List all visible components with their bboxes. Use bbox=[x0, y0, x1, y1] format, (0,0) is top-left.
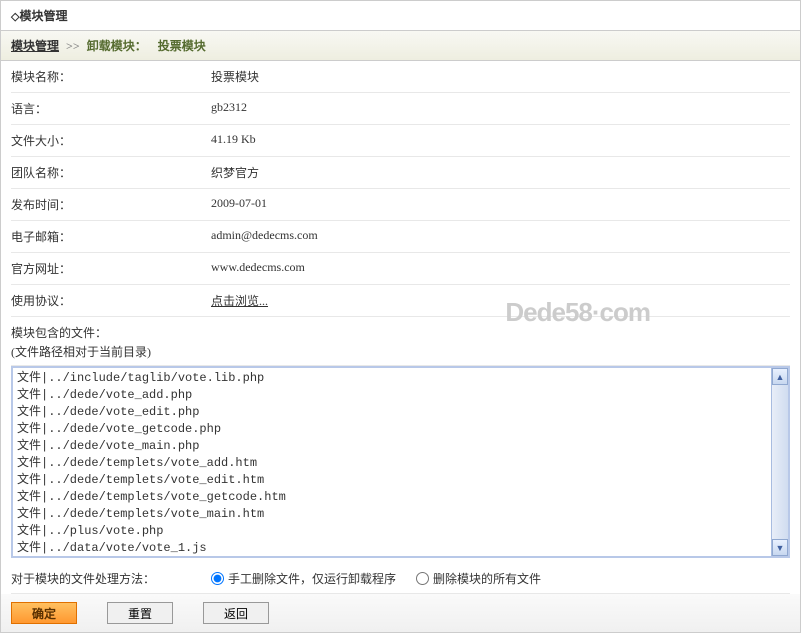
value-date: 2009-07-01 bbox=[211, 196, 790, 213]
file-list-item: 文件|../dede/templets/vote_edit.htm bbox=[17, 472, 784, 489]
ok-button[interactable]: 确定 bbox=[11, 602, 77, 624]
row-email: 电子邮箱： admin@dedecms.com bbox=[11, 221, 790, 253]
radio-delete-all[interactable]: 删除模块的所有文件 bbox=[416, 570, 541, 587]
file-list-item: 文件|../dede/templets/vote_main.htm bbox=[17, 506, 784, 523]
main-panel: ◇模块管理 模块管理 >> 卸载模块： 投票模块 Dede58·com 模块名称… bbox=[0, 0, 801, 633]
file-list-item: 文件|../dede/vote_getcode.php bbox=[17, 421, 784, 438]
breadcrumb-target: 投票模块 bbox=[158, 39, 206, 53]
panel-header: ◇模块管理 bbox=[1, 1, 800, 31]
file-list-item: 文件|../data/vote/vote_1.js bbox=[17, 540, 784, 557]
value-url: www.dedecms.com bbox=[211, 260, 790, 277]
label-license: 使用协议： bbox=[11, 292, 211, 309]
file-list-item: 文件|../dede/vote_edit.php bbox=[17, 404, 784, 421]
file-list-content: 文件|../include/taglib/vote.lib.php文件|../d… bbox=[13, 368, 788, 558]
value-lang: gb2312 bbox=[211, 100, 790, 117]
files-section-note: (文件路径相对于当前目录) bbox=[11, 343, 790, 366]
row-name: 模块名称： 投票模块 bbox=[11, 61, 790, 93]
label-name: 模块名称： bbox=[11, 68, 211, 85]
value-size: 41.19 Kb bbox=[211, 132, 790, 149]
file-list-item: 文件|../dede/templets/vote_getcode.htm bbox=[17, 489, 784, 506]
file-list-item: 文件|../include/taglib/vote.lib.php bbox=[17, 370, 784, 387]
file-list-item: 文件|../dede/templets/vote_add.htm bbox=[17, 455, 784, 472]
row-size: 文件大小： 41.19 Kb bbox=[11, 125, 790, 157]
file-handling-label: 对于模块的文件处理方法： bbox=[11, 570, 211, 587]
breadcrumb: 模块管理 >> 卸载模块： 投票模块 bbox=[1, 31, 800, 61]
files-section-title: 模块包含的文件： bbox=[11, 317, 790, 343]
back-button[interactable]: 返回 bbox=[203, 602, 269, 624]
breadcrumb-sep: >> bbox=[66, 39, 80, 53]
breadcrumb-root[interactable]: 模块管理 bbox=[11, 39, 59, 53]
reset-button[interactable]: 重置 bbox=[107, 602, 173, 624]
file-list-box[interactable]: 文件|../include/taglib/vote.lib.php文件|../d… bbox=[11, 366, 790, 558]
label-size: 文件大小： bbox=[11, 132, 211, 149]
file-list-item: 文件|../dede/vote_main.php bbox=[17, 438, 784, 455]
file-handling-row: 对于模块的文件处理方法： 手工删除文件，仅运行卸载程序 删除模块的所有文件 bbox=[11, 562, 790, 594]
radio-manual-label: 手工删除文件，仅运行卸载程序 bbox=[228, 570, 396, 587]
label-date: 发布时间： bbox=[11, 196, 211, 213]
row-lang: 语言： gb2312 bbox=[11, 93, 790, 125]
row-license: 使用协议： 点击浏览... bbox=[11, 285, 790, 317]
header-title: 模块管理 bbox=[19, 9, 67, 23]
label-team: 团队名称： bbox=[11, 164, 211, 181]
button-bar: 确定 重置 返回 bbox=[1, 594, 800, 632]
value-email: admin@dedecms.com bbox=[211, 228, 790, 245]
breadcrumb-action: 卸载模块： bbox=[87, 39, 147, 53]
scrollbar[interactable]: ▲ ▼ bbox=[771, 368, 788, 556]
radio-manual[interactable]: 手工删除文件，仅运行卸载程序 bbox=[211, 570, 396, 587]
file-list-item: 文件|../dede/vote_add.php bbox=[17, 387, 784, 404]
row-date: 发布时间： 2009-07-01 bbox=[11, 189, 790, 221]
label-email: 电子邮箱： bbox=[11, 228, 211, 245]
radio-manual-input[interactable] bbox=[211, 572, 224, 585]
file-list-item: 文件|../plus/vote.php bbox=[17, 523, 784, 540]
row-url: 官方网址： www.dedecms.com bbox=[11, 253, 790, 285]
scroll-down-icon[interactable]: ▼ bbox=[772, 539, 788, 556]
value-license[interactable]: 点击浏览... bbox=[211, 292, 790, 309]
panel-body: Dede58·com 模块名称： 投票模块 语言： gb2312 文件大小： 4… bbox=[1, 61, 800, 594]
label-url: 官方网址： bbox=[11, 260, 211, 277]
value-name: 投票模块 bbox=[211, 68, 790, 85]
scroll-up-icon[interactable]: ▲ bbox=[772, 368, 788, 385]
value-team: 织梦官方 bbox=[211, 164, 790, 181]
label-lang: 语言： bbox=[11, 100, 211, 117]
radio-delete-all-label: 删除模块的所有文件 bbox=[433, 570, 541, 587]
radio-delete-all-input[interactable] bbox=[416, 572, 429, 585]
radio-group: 手工删除文件，仅运行卸载程序 删除模块的所有文件 bbox=[211, 570, 541, 587]
row-team: 团队名称： 织梦官方 bbox=[11, 157, 790, 189]
